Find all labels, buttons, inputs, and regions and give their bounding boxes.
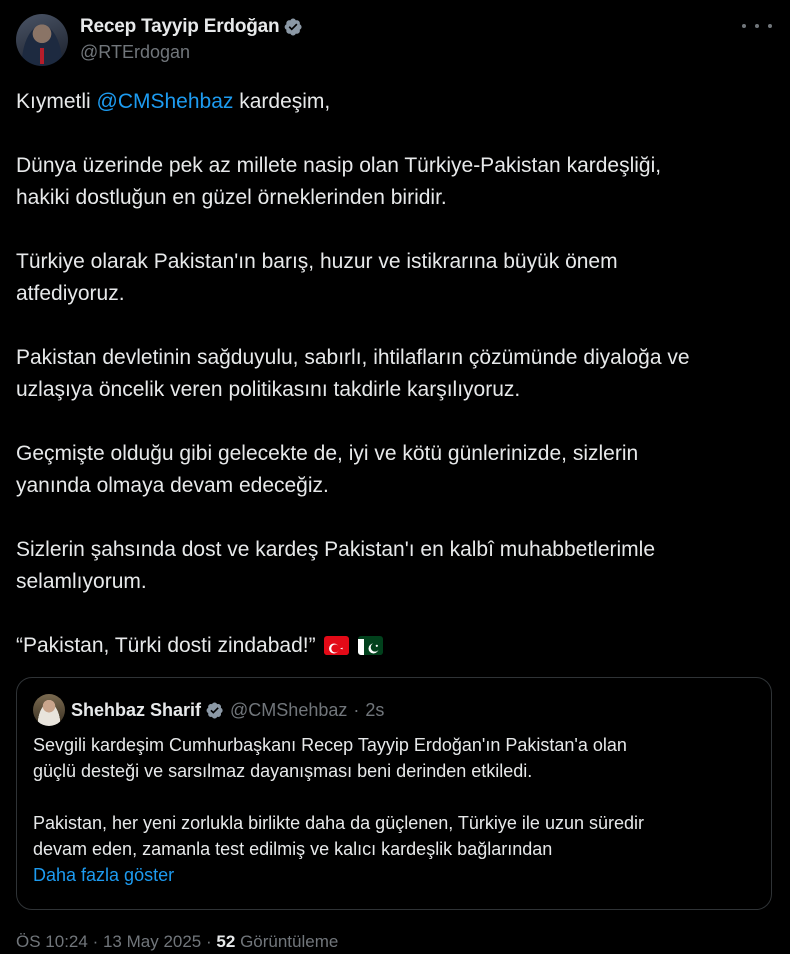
tweet-time[interactable]: ÖS 10:24: [16, 932, 88, 951]
author-handle[interactable]: @RTErdogan: [80, 42, 303, 63]
quoted-tweet-header: Shehbaz Sharif @CMShehbaz · 2s: [71, 698, 384, 722]
tweet-paragraph: Dünya üzerinde pek az millete nasip olan…: [16, 150, 774, 214]
tweet-text: Kıymetli @CMShehbaz kardeşim, Dünya üzer…: [16, 86, 774, 694]
tweet-greeting: Kıymetli @CMShehbaz kardeşim,: [16, 86, 774, 118]
quoted-tweet[interactable]: Shehbaz Sharif @CMShehbaz · 2s Sevgili k…: [16, 677, 772, 910]
more-options-icon[interactable]: [742, 16, 772, 36]
author-info: Recep Tayyip Erdoğan @RTErdogan: [80, 14, 303, 63]
tweet-paragraph: Türkiye olarak Pakistan'ın barış, huzur …: [16, 246, 774, 310]
verified-badge-icon: [206, 701, 223, 719]
tweet-line: Sizlerin şahsında dost ve kardeş Pakista…: [16, 538, 656, 561]
quoted-line: Pakistan, her yeni zorlukla birlikte dah…: [33, 813, 644, 833]
tweet-line: Türkiye olarak Pakistan'ın barış, huzur …: [16, 250, 618, 273]
separator-dot: ·: [353, 699, 360, 720]
tweet-closing: “Pakistan, Türki dosti zindabad!”: [16, 630, 774, 662]
tweet-meta: ÖS 10:24 · 13 May 2025 · 52 Görüntüleme: [16, 932, 338, 952]
separator-dot: ·: [92, 932, 99, 951]
tweet-line: atfediyoruz.: [16, 282, 125, 305]
show-more-link[interactable]: Daha fazla göster: [33, 862, 759, 888]
mention-link[interactable]: @CMShehbaz: [97, 90, 234, 113]
quoted-paragraph: Pakistan, her yeni zorlukla birlikte dah…: [33, 810, 759, 862]
tweet-line: Dünya üzerinde pek az millete nasip olan…: [16, 154, 662, 177]
verified-badge-icon: [285, 18, 302, 36]
tweet-line: yanında olmaya devam edeceğiz.: [16, 474, 329, 497]
closing-text: “Pakistan, Türki dosti zindabad!”: [16, 634, 316, 657]
tweet-line: Geçmişte olduğu gibi gelecekte de, iyi v…: [16, 442, 639, 465]
pakistan-flag-icon: [358, 636, 384, 655]
quoted-line: devam eden, zamanla test edilmiş ve kalı…: [33, 839, 553, 859]
quoted-timestamp[interactable]: 2s: [365, 700, 384, 721]
quoted-line: Sevgili kardeşim Cumhurbaşkanı Recep Tay…: [33, 735, 627, 755]
quoted-author-name[interactable]: Shehbaz Sharif: [71, 700, 201, 721]
tweet-paragraph: Geçmişte olduğu gibi gelecekte de, iyi v…: [16, 438, 774, 502]
quoted-tweet-text: Sevgili kardeşim Cumhurbaşkanı Recep Tay…: [33, 732, 759, 888]
tweet-date[interactable]: 13 May 2025: [103, 932, 201, 951]
quoted-author-avatar[interactable]: [33, 694, 65, 726]
tweet-line: Pakistan devletinin sağduyulu, sabırlı, …: [16, 346, 690, 369]
quoted-paragraph: Sevgili kardeşim Cumhurbaşkanı Recep Tay…: [33, 732, 759, 784]
tweet-line: selamlıyorum.: [16, 570, 147, 593]
quoted-line: güçlü desteği ve sarsılmaz dayanışması b…: [33, 761, 533, 781]
greeting-suffix: kardeşim,: [233, 90, 331, 113]
tweet-line: hakiki dostluğun en güzel örneklerinden …: [16, 186, 447, 209]
tweet-header: Recep Tayyip Erdoğan @RTErdogan: [16, 14, 774, 70]
tweet-paragraph: Sizlerin şahsında dost ve kardeş Pakista…: [16, 534, 774, 598]
author-display-name[interactable]: Recep Tayyip Erdoğan: [80, 16, 280, 38]
views-count: 52: [216, 932, 236, 951]
turkey-flag-icon: [324, 636, 350, 655]
tweet-paragraph: Pakistan devletinin sağduyulu, sabırlı, …: [16, 342, 774, 406]
views-label: Görüntüleme: [240, 932, 339, 951]
greeting-prefix: Kıymetli: [16, 90, 97, 113]
tweet-line: uzlaşıya öncelik veren politikasını takd…: [16, 378, 521, 401]
separator-dot: ·: [206, 932, 212, 951]
author-avatar[interactable]: [16, 14, 68, 66]
quoted-author-handle[interactable]: @CMShehbaz: [230, 700, 347, 721]
